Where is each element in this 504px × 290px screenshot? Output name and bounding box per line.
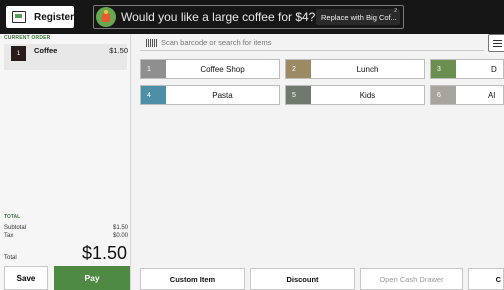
upsell-banner: Would you like a large coffee for $4? Re… (93, 5, 404, 29)
search-input[interactable]: Scan barcode or search for items (140, 35, 484, 51)
subtotal-value: $1.50 (112, 225, 128, 231)
order-item-price: $1.50 (109, 46, 128, 55)
list-icon-line (493, 45, 502, 47)
list-view-button[interactable] (488, 34, 504, 52)
open-cash-drawer-button[interactable]: Open Cash Drawer (360, 268, 463, 290)
category-tile-coffee-shop[interactable]: 1 Coffee Shop (140, 59, 280, 79)
discount-button[interactable]: Discount (250, 268, 355, 290)
tax-row: Tax $0.00 (4, 233, 128, 239)
tax-value: $0.00 (112, 233, 128, 239)
subtotal-row: Subtotal $1.50 (4, 225, 128, 231)
totals-header: TOTAL (4, 214, 21, 220)
total-value: $1.50 (81, 243, 127, 263)
category-label: Al (488, 90, 496, 100)
category-tile-kids[interactable]: 5 Kids (285, 85, 425, 105)
barcode-icon (146, 38, 157, 47)
tax-label: Tax (4, 233, 14, 239)
category-label: Kids (359, 90, 376, 100)
category-label: Pasta (212, 90, 233, 100)
category-number: 5 (286, 86, 311, 104)
upsell-text: Would you like a large coffee for $4? (121, 10, 316, 24)
current-order-header: CURRENT ORDER (4, 35, 51, 41)
clipped-action-button[interactable]: C (468, 268, 504, 290)
category-number: 4 (141, 86, 166, 104)
category-label: Coffee Shop (200, 64, 245, 74)
replace-item-button[interactable]: Replace with Big Cof... 2 (316, 8, 400, 25)
category-tile-pasta[interactable]: 4 Pasta (140, 85, 280, 105)
category-number: 1 (141, 60, 166, 78)
category-label: Lunch (356, 64, 379, 74)
replace-item-badge: 2 (394, 8, 397, 14)
register-icon (12, 11, 26, 23)
custom-item-button[interactable]: Custom Item (140, 268, 245, 290)
register-label: Register (33, 11, 74, 23)
register-button[interactable]: Register (6, 6, 74, 28)
category-tile-6[interactable]: 6 Al (430, 85, 504, 105)
top-bar: Register Would you like a large coffee f… (0, 0, 504, 34)
search-placeholder: Scan barcode or search for items (161, 38, 272, 47)
pos-register-screen: Register Would you like a large coffee f… (0, 0, 504, 290)
current-order-panel: CURRENT ORDER 1 Coffee $1.50 TOTAL Subto… (0, 34, 131, 290)
save-button[interactable]: Save (4, 266, 48, 290)
category-tile-lunch[interactable]: 2 Lunch (285, 59, 425, 79)
order-item-quantity: 1 (11, 46, 26, 61)
category-number: 3 (431, 60, 456, 78)
list-icon-line (493, 39, 502, 41)
category-label: D (491, 64, 497, 74)
order-item-name: Coffee (34, 46, 58, 55)
subtotal-label: Subtotal (4, 225, 27, 231)
list-icon-line (493, 42, 502, 44)
category-number: 6 (431, 86, 456, 104)
replace-item-label: Replace with Big Cof... (321, 12, 397, 22)
category-tile-3[interactable]: 3 D (430, 59, 504, 79)
pay-button[interactable]: Pay (54, 266, 130, 290)
upsell-avatar-icon (96, 7, 116, 27)
total-label: Total (4, 255, 17, 261)
category-number: 2 (286, 60, 311, 78)
